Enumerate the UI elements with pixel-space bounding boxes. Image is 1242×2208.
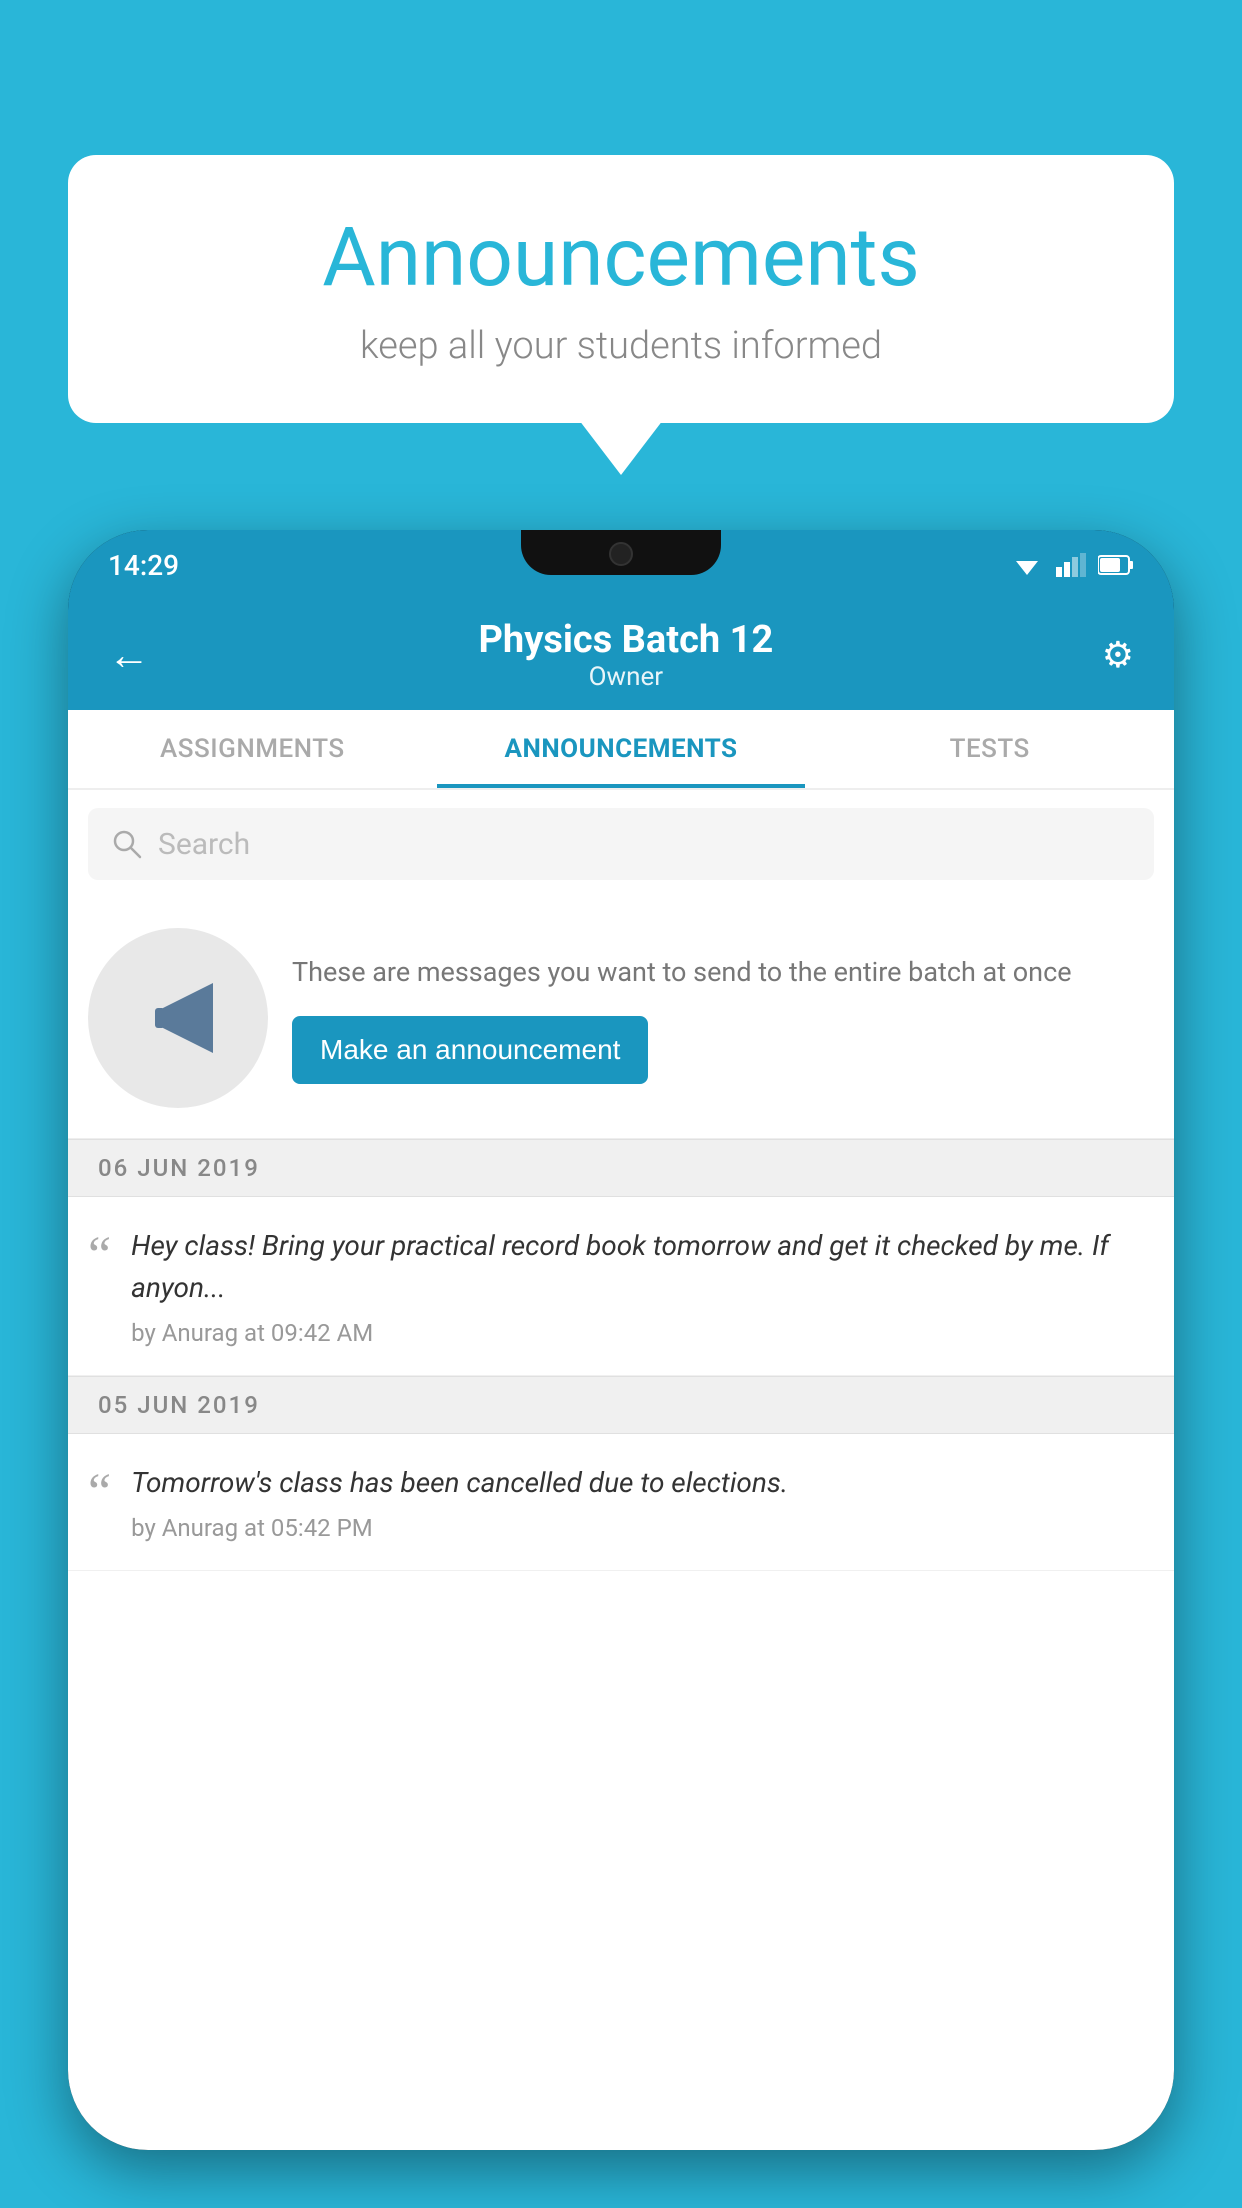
tab-tests[interactable]: TESTS bbox=[805, 710, 1174, 788]
quote-icon-1: “ bbox=[88, 1230, 111, 1282]
announcement-text-2: Tomorrow's class has been cancelled due … bbox=[131, 1462, 1154, 1504]
date-separator-jun5: 05 JUN 2019 bbox=[68, 1376, 1174, 1434]
phone-camera bbox=[609, 542, 633, 566]
search-placeholder: Search bbox=[158, 827, 250, 862]
empty-state-description: These are messages you want to send to t… bbox=[292, 952, 1154, 993]
megaphone-icon bbox=[133, 973, 223, 1063]
speech-bubble: Announcements keep all your students inf… bbox=[68, 155, 1174, 423]
announcement-meta-2: by Anurag at 05:42 PM bbox=[131, 1514, 1154, 1542]
search-icon bbox=[112, 829, 142, 859]
signal-icon bbox=[1056, 553, 1086, 577]
speech-bubble-container: Announcements keep all your students inf… bbox=[68, 155, 1174, 423]
megaphone-icon-circle bbox=[88, 928, 268, 1108]
phone-notch bbox=[521, 530, 721, 575]
search-bar[interactable]: Search bbox=[88, 808, 1154, 880]
settings-button[interactable]: ⚙ bbox=[1092, 624, 1144, 686]
quote-icon-2: “ bbox=[88, 1467, 111, 1519]
announcement-item-2[interactable]: “ Tomorrow's class has been cancelled du… bbox=[68, 1434, 1174, 1571]
announcement-content-1: Hey class! Bring your practical record b… bbox=[131, 1225, 1154, 1347]
phone-frame: 14:29 bbox=[68, 530, 1174, 2150]
announcement-content-2: Tomorrow's class has been cancelled due … bbox=[131, 1462, 1154, 1542]
wifi-icon bbox=[1010, 553, 1044, 577]
app-bar: ← Physics Batch 12 Owner ⚙ bbox=[68, 600, 1174, 710]
tab-announcements[interactable]: ANNOUNCEMENTS bbox=[437, 710, 806, 788]
phone-screen: Search bbox=[68, 790, 1174, 2150]
status-time: 14:29 bbox=[108, 549, 179, 582]
empty-state: These are messages you want to send to t… bbox=[68, 898, 1174, 1139]
announcement-meta-1: by Anurag at 09:42 AM bbox=[131, 1319, 1154, 1347]
empty-state-text: These are messages you want to send to t… bbox=[292, 952, 1154, 1085]
app-bar-center: Physics Batch 12 Owner bbox=[160, 618, 1092, 692]
status-icons bbox=[1010, 553, 1134, 577]
app-bar-subtitle: Owner bbox=[160, 662, 1092, 692]
announcement-item-1[interactable]: “ Hey class! Bring your practical record… bbox=[68, 1197, 1174, 1376]
announcement-text-1: Hey class! Bring your practical record b… bbox=[131, 1225, 1154, 1309]
tabs: ASSIGNMENTS ANNOUNCEMENTS TESTS bbox=[68, 710, 1174, 790]
make-announcement-button[interactable]: Make an announcement bbox=[292, 1016, 648, 1084]
date-separator-jun6: 06 JUN 2019 bbox=[68, 1139, 1174, 1197]
tab-assignments[interactable]: ASSIGNMENTS bbox=[68, 710, 437, 788]
phone-container: 14:29 bbox=[68, 530, 1174, 2208]
battery-icon bbox=[1098, 554, 1134, 576]
back-button[interactable]: ← bbox=[98, 621, 160, 690]
app-bar-title: Physics Batch 12 bbox=[160, 618, 1092, 662]
bubble-subtitle: keep all your students informed bbox=[128, 324, 1114, 368]
bubble-title: Announcements bbox=[128, 210, 1114, 306]
